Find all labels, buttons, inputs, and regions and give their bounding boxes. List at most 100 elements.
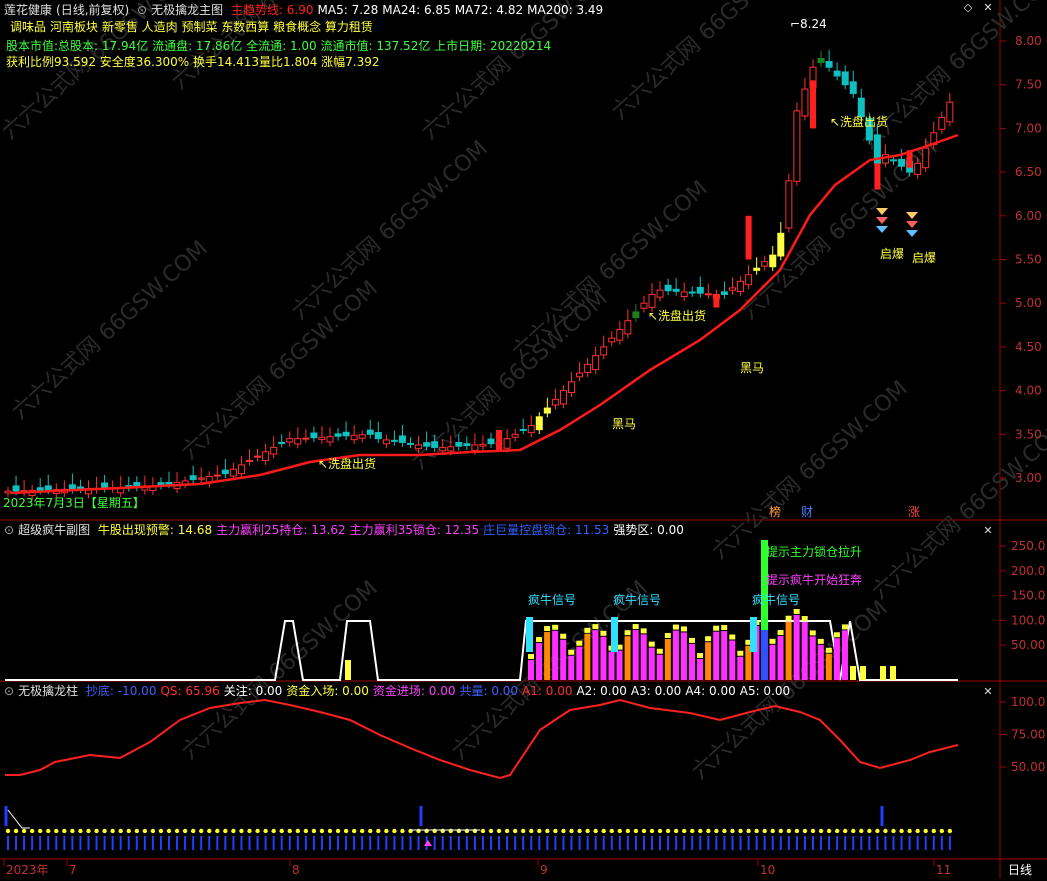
ma-item-0: 主趋势线: 6.90 [230, 3, 314, 17]
candle-body [286, 438, 294, 443]
chart-canvas[interactable]: 六六公式网 66GSW.COM六六公式网 66GSW.COM六六公式网 66GS… [0, 0, 1047, 878]
info-text-1: 股本市值:总股本: 17.94亿 流通盘: 17.86亿 全流通: 1.00 流… [6, 39, 552, 53]
candle [511, 428, 519, 442]
warning-bar [697, 652, 704, 658]
warning-bar [825, 647, 832, 653]
candle [310, 426, 318, 443]
x-tick-label: 8 [292, 863, 300, 877]
sub2-item-2: 关注: 0.00 [223, 684, 283, 698]
candle-body [101, 482, 109, 489]
warning-bar [801, 616, 808, 622]
close-icon[interactable]: ✕ [982, 686, 994, 698]
candle-body [584, 363, 592, 373]
bottom-dot [158, 828, 164, 834]
bottom-dot [376, 828, 381, 834]
candle [600, 335, 608, 360]
candlestick-series [4, 50, 954, 500]
candle-body [592, 355, 600, 371]
bottom-dot [673, 828, 679, 834]
main-header: 莲花健康 (日线,前复权) ⊙ 无极擒龙主图 主趋势线: 6.90 MA5: 7.28… [4, 2, 611, 18]
candle [737, 276, 745, 296]
holding-bar [552, 630, 559, 680]
watermark-text: 六六公式网 66GSW.COM [507, 176, 712, 364]
candle-body [302, 437, 310, 440]
candle-body [294, 438, 302, 445]
bottom-dot [851, 828, 856, 834]
candle-body [350, 434, 358, 441]
bottom-dot [939, 828, 944, 834]
info-line-1: 股本市值:总股本: 17.94亿 流通盘: 17.86亿 全流通: 1.00 流… [6, 38, 555, 54]
bottom-dot [794, 828, 800, 834]
bottom-dot [633, 828, 639, 834]
warning-bar [632, 624, 639, 630]
bottom-dot [239, 828, 244, 834]
close-icon[interactable]: ✕ [982, 525, 994, 537]
bottom-dot [818, 828, 824, 834]
candle-body [761, 261, 769, 267]
warning-bar [833, 632, 840, 638]
holding-bar [721, 631, 728, 680]
warning-bar [850, 666, 856, 680]
maximize-icon[interactable]: ◇ [962, 2, 974, 14]
ma-item-1: MA5: 7.28 [317, 3, 379, 17]
collapse-icon[interactable]: ⊙ [4, 684, 14, 698]
event-tag: 榜 [769, 504, 781, 519]
bottom-dot [448, 828, 453, 834]
candle-body [165, 482, 173, 485]
bottom-dot [665, 828, 671, 834]
candle-body [221, 469, 229, 475]
holding-bar [713, 631, 720, 680]
sub1-item-1: 主力赢利25持仓: 13.62 [216, 523, 346, 537]
candle [334, 428, 342, 441]
candle [632, 303, 640, 322]
bottom-dot [609, 828, 614, 834]
stock-title[interactable]: 莲花健康 [4, 3, 52, 17]
bottom-dot [802, 828, 808, 834]
candle-body [600, 346, 608, 356]
candle-body [439, 446, 447, 452]
candle [543, 397, 551, 418]
watermark-text: 六六公式网 66GSW.COM [287, 136, 492, 324]
concept-list: 河南板块 新零售 人造肉 预制菜 东数西算 粮食概念 算力租赁 [50, 20, 373, 34]
candle [656, 281, 664, 302]
candle-body [890, 159, 897, 162]
sub2-item-7: A2: 0.00 [576, 684, 627, 698]
warning-bar [648, 641, 655, 647]
holding-bar [560, 639, 567, 680]
holding-bar [632, 630, 639, 680]
diamond-icon [906, 212, 918, 219]
candle [278, 434, 286, 448]
y-tick-label: 100.0 [1011, 695, 1045, 709]
main-indicator-name[interactable]: 无极擒龙主图 [151, 3, 223, 17]
candle-body [777, 232, 785, 257]
warning-bar [809, 630, 816, 636]
candle [841, 65, 849, 90]
bottom-dot [859, 828, 864, 834]
holding-bar [672, 630, 679, 680]
collapse-icon[interactable]: ⊙ [4, 523, 14, 537]
bottom-dot [593, 828, 598, 834]
bottom-dot [78, 828, 83, 834]
holding-bar [809, 636, 816, 680]
sub2-name[interactable]: 无极擒龙柱 [18, 684, 78, 698]
bottom-dot [102, 828, 107, 834]
candle [729, 277, 736, 295]
candle-body [68, 484, 76, 490]
sub1-name[interactable]: 超级疯牛副图 [18, 523, 90, 537]
holding-bar [737, 656, 744, 680]
candle [616, 321, 624, 345]
warning-bar [640, 628, 647, 634]
bottom-dot [577, 828, 582, 834]
bottom-dot [480, 828, 486, 834]
sub2-item-8: A3: 0.00 [630, 684, 682, 698]
candle-body [398, 435, 406, 443]
bottom-dot [786, 828, 792, 834]
signal-label: 疯牛信号 [613, 592, 661, 607]
candle-body [745, 274, 753, 286]
collapse-icon[interactable]: ⊙ [137, 3, 147, 17]
candle [761, 255, 769, 271]
close-icon[interactable]: ✕ [982, 2, 994, 14]
bottom-dot [118, 828, 123, 834]
bottom-dot [327, 828, 333, 834]
candle [801, 77, 809, 121]
